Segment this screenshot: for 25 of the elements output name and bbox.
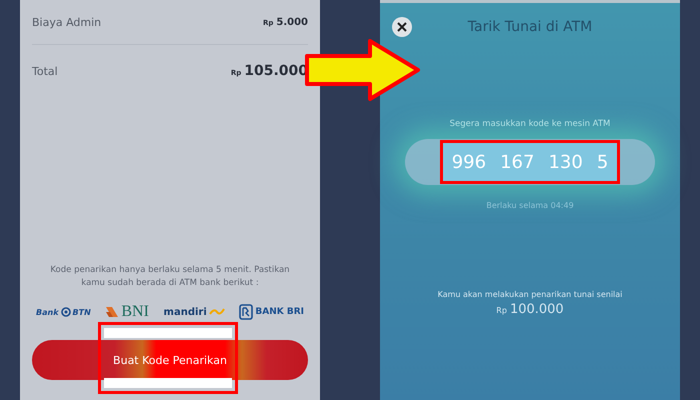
emblem-icon bbox=[239, 304, 254, 320]
amount-value: 100.000 bbox=[510, 302, 564, 317]
code-digits: 130 bbox=[548, 152, 583, 172]
instruction-text: Segera masukkan kode ke mesin ATM bbox=[450, 119, 610, 129]
create-code-button[interactable]: Buat Kode Penarikan bbox=[32, 340, 308, 380]
emblem-icon bbox=[60, 307, 71, 317]
bank-logo-text: mandiri bbox=[164, 306, 207, 318]
amount-note: Kamu akan melakukan penarikan tunai senilai bbox=[438, 290, 622, 299]
amount-value: 5.000 bbox=[276, 16, 308, 28]
bank-logo-text: BTN bbox=[72, 308, 91, 316]
bank-logo-text: BNI bbox=[121, 303, 149, 321]
notice-text: Kode penarikan hanya berlaku selama 5 menit. Pastikan kamu sudah berada di ATM bank berikut : bbox=[49, 264, 291, 290]
code-digits: 5 bbox=[596, 152, 608, 172]
stripes-icon bbox=[105, 305, 120, 319]
bank-logo-text: Bank bbox=[36, 308, 59, 316]
code-digits: 167 bbox=[500, 152, 534, 172]
screen-title: Tarik Tunai di ATM bbox=[468, 19, 592, 35]
code-digits: 996 bbox=[452, 152, 486, 172]
currency-label: Rp bbox=[496, 306, 507, 315]
validity-text: Berlaku selama 04:49 bbox=[486, 201, 574, 210]
wave-icon bbox=[208, 308, 225, 316]
row-label: Total bbox=[32, 64, 58, 78]
close-icon[interactable] bbox=[392, 17, 412, 37]
row-label: Biaya Admin bbox=[32, 16, 102, 28]
bank-logo-text: BANK BRI bbox=[255, 307, 304, 317]
